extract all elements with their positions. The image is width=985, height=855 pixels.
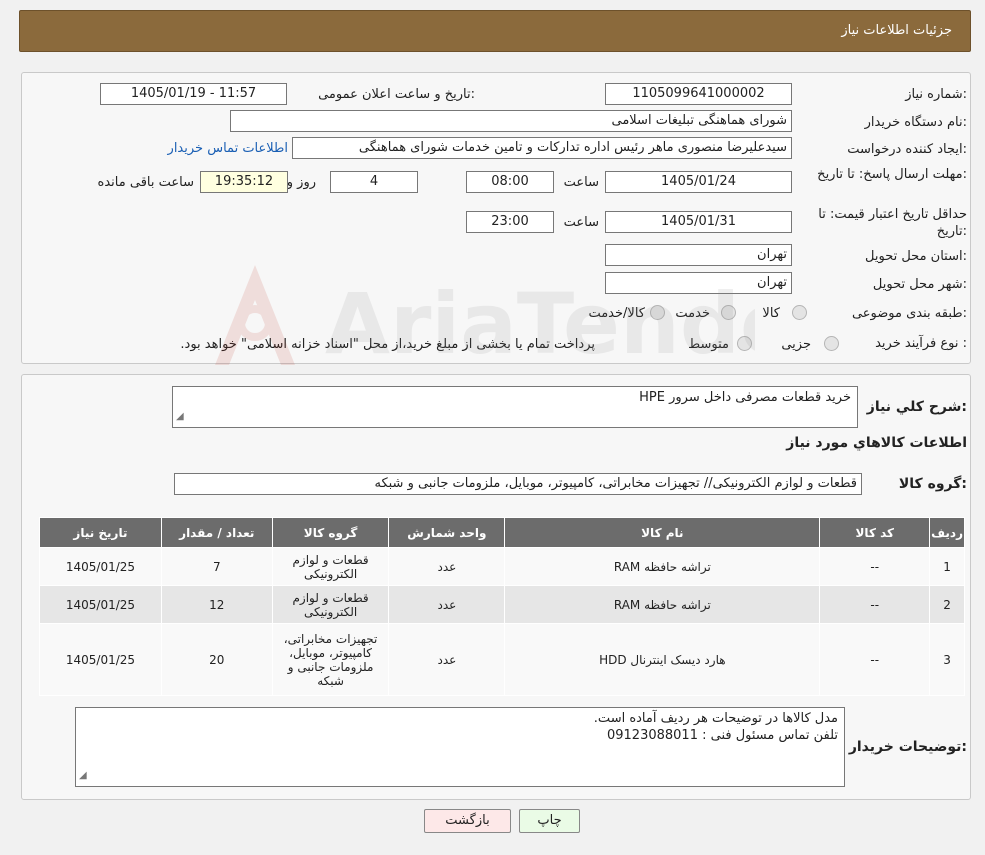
process-type-label: نوع فرآیند خرید : xyxy=(875,336,967,351)
validity-date-field: 1405/01/31 xyxy=(605,211,792,233)
buyer-org-label: نام دستگاه خریدار: xyxy=(864,115,967,130)
reply-deadline-label: مهلت ارسال پاسخ: تا تاریخ: xyxy=(817,167,967,182)
col-code: کد کالا xyxy=(819,517,931,548)
goods-group-field: قطعات و لوازم الکترونیکی// تجهیزات مخابر… xyxy=(174,473,862,495)
cell-row: 3 xyxy=(929,623,965,696)
cell-qty: 20 xyxy=(160,623,273,696)
cell-qty: 12 xyxy=(160,585,273,624)
cell-name: تراشه حافظه RAM xyxy=(504,585,821,624)
table-row: 3 -- هارد دیسک اینترنال HDD عدد تجهیزات … xyxy=(39,623,965,696)
category-service-radio[interactable] xyxy=(721,305,736,320)
col-unit: واحد شمارش xyxy=(388,517,506,548)
cell-date: 1405/01/25 xyxy=(39,623,162,696)
cell-code: -- xyxy=(819,547,931,586)
col-name: نام کالا xyxy=(504,517,821,548)
buyer-notes-line-2: تلفن تماس مسئول فنی : 09123088011 xyxy=(606,728,838,743)
summary-text: خرید قطعات مصرفی داخل سرور HPE xyxy=(639,390,851,405)
buyer-notes-label: توضیحات خریدار: xyxy=(848,739,967,755)
table-row: 2 -- تراشه حافظه RAM عدد قطعات و لوازم ا… xyxy=(39,585,965,624)
cell-group: قطعات و لوازم الکترونیکی xyxy=(271,585,390,624)
buyer-notes-textarea[interactable]: مدل کالاها در توضیحات هر ردیف آماده است.… xyxy=(75,707,845,787)
category-goods-service-radio[interactable] xyxy=(650,305,665,320)
back-button[interactable]: بازگشت xyxy=(424,809,511,833)
page-title: جزئیات اطلاعات نیاز xyxy=(841,23,952,38)
cell-unit: عدد xyxy=(388,623,506,696)
validity-time-label: ساعت xyxy=(563,215,599,230)
process-payment-note: پرداخت تمام یا بخشی از مبلغ خرید،از محل … xyxy=(180,337,595,352)
cell-qty: 7 xyxy=(160,547,273,586)
cell-row: 1 xyxy=(929,547,965,586)
announce-datetime-field: 1405/01/19 - 11:57 xyxy=(100,83,287,105)
process-medium-label: متوسط xyxy=(688,337,729,352)
cell-date: 1405/01/25 xyxy=(39,547,162,586)
city-label: شهر محل تحویل: xyxy=(872,277,967,292)
category-goods-radio[interactable] xyxy=(792,305,807,320)
summary-textarea[interactable]: خرید قطعات مصرفی داخل سرور HPE ◢ xyxy=(172,386,858,428)
category-goods-service-label: کالا/خدمت xyxy=(588,306,645,321)
announce-label: تاریخ و ساعت اعلان عمومی: xyxy=(318,87,475,102)
items-section-title: اطلاعات کالاهاي مورد نياز xyxy=(786,435,967,451)
print-button[interactable]: چاپ xyxy=(519,809,580,833)
province-field: تهران xyxy=(605,244,792,266)
cell-date: 1405/01/25 xyxy=(39,585,162,624)
cell-group: تجهیزات مخابراتی، کامپیوتر، موبایل، ملزو… xyxy=(271,623,390,696)
days-label: روز و xyxy=(286,175,316,190)
validity-time-field: 23:00 xyxy=(466,211,554,233)
reply-time-label: ساعت xyxy=(563,175,599,190)
cell-name: تراشه حافظه RAM xyxy=(504,547,821,586)
resize-grip-icon[interactable]: ◢ xyxy=(79,767,87,784)
buyer-contact-link[interactable]: اطلاعات تماس خریدار xyxy=(168,141,288,156)
resize-grip-icon[interactable]: ◢ xyxy=(176,408,184,425)
process-minor-radio[interactable] xyxy=(824,336,839,351)
reply-time-field: 08:00 xyxy=(466,171,554,193)
col-date: تاریخ نیاز xyxy=(39,517,162,548)
province-label: استان محل تحویل: xyxy=(865,249,967,264)
page-header: جزئیات اطلاعات نیاز xyxy=(19,10,971,52)
process-minor-label: جزیی xyxy=(781,337,811,352)
col-row: ردیف xyxy=(929,517,965,548)
cell-name: هارد دیسک اینترنال HDD xyxy=(504,623,821,696)
summary-label: شرح کلي نياز: xyxy=(866,399,967,415)
category-goods-label: کالا xyxy=(762,306,780,321)
col-qty: تعداد / مقدار xyxy=(160,517,273,548)
process-medium-radio[interactable] xyxy=(737,336,752,351)
table-row: 1 -- تراشه حافظه RAM عدد قطعات و لوازم ا… xyxy=(39,547,965,586)
cell-code: -- xyxy=(819,585,931,624)
remaining-time-label: ساعت باقی مانده xyxy=(97,175,194,190)
price-validity-label: حداقل تاریخ اعتبار قیمت: تا تاریخ: xyxy=(818,207,967,239)
goods-group-label: گروه کالا: xyxy=(898,476,967,492)
city-field: تهران xyxy=(605,272,792,294)
cell-group: قطعات و لوازم الکترونیکی xyxy=(271,547,390,586)
cell-code: -- xyxy=(819,623,931,696)
buyer-notes-line-1: مدل کالاها در توضیحات هر ردیف آماده است. xyxy=(593,711,838,726)
items-table: ردیف کد کالا نام کالا واحد شمارش گروه کا… xyxy=(39,517,965,696)
cell-unit: عدد xyxy=(388,547,506,586)
cell-unit: عدد xyxy=(388,585,506,624)
col-group: گروه کالا xyxy=(271,517,390,548)
items-table-header: ردیف کد کالا نام کالا واحد شمارش گروه کا… xyxy=(39,517,965,548)
remaining-time-field: 19:35:12 xyxy=(200,171,288,193)
category-label: طبقه بندی موضوعی: xyxy=(851,306,967,321)
days-remaining-field: 4 xyxy=(330,171,418,193)
cell-row: 2 xyxy=(929,585,965,624)
creator-label: ایجاد کننده درخواست: xyxy=(847,142,967,157)
need-number-field: 1105099641000002 xyxy=(605,83,792,105)
category-service-label: خدمت xyxy=(675,306,710,321)
need-number-label: شماره نیاز: xyxy=(905,87,967,102)
buyer-org-field: شورای هماهنگی تبلیغات اسلامی xyxy=(230,110,792,132)
reply-date-field: 1405/01/24 xyxy=(605,171,792,193)
creator-field: سیدعلیرضا منصوری ماهر رئیس اداره تدارکات… xyxy=(292,137,792,159)
